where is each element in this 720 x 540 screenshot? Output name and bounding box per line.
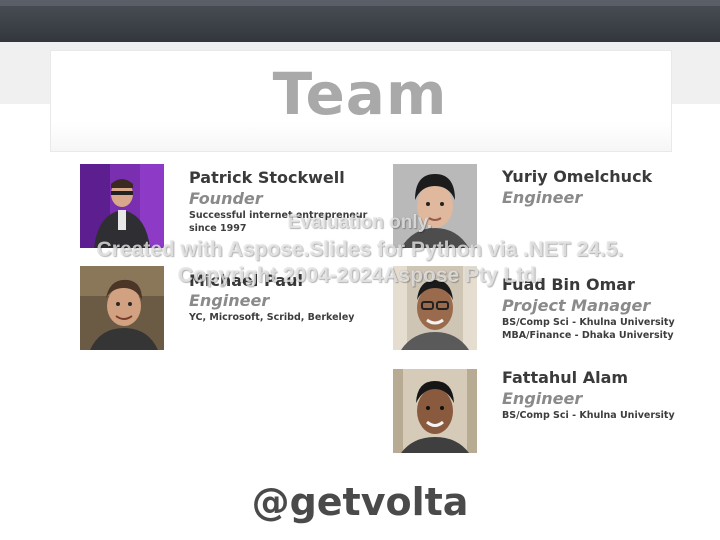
footer-handle: @getvolta (251, 480, 469, 524)
person-photo-icon (393, 164, 477, 248)
person-photo-icon (393, 369, 477, 453)
member-role: Engineer (502, 389, 583, 408)
photo-fattahul-alam (393, 369, 477, 453)
top-bar-highlight (0, 0, 720, 6)
person-photo-icon (80, 164, 164, 248)
member-detail: BS/Comp Sci - Khulna University (502, 317, 675, 328)
watermark-line-3: Copyright 2004-2024Aspose Pty Ltd. (177, 264, 543, 287)
member-role: Engineer (502, 188, 583, 207)
top-bar (0, 0, 720, 42)
watermark-line-2: Created with Aspose.Slides for Python vi… (96, 238, 624, 261)
slide-title: Team (272, 60, 448, 128)
member-detail: YC, Microsoft, Scribd, Berkeley (189, 312, 355, 323)
member-role: Engineer (189, 291, 270, 310)
photo-patrick-stockwell (80, 164, 164, 248)
member-detail: MBA/Finance - Dhaka University (502, 330, 674, 341)
member-role: Founder (189, 189, 263, 208)
member-role: Project Manager (502, 296, 651, 315)
watermark-line-1: Evaluation only. (287, 212, 433, 233)
member-name: Yuriy Omelchuck (502, 167, 653, 186)
photo-yuriy-omelchuck (393, 164, 477, 248)
member-detail: BS/Comp Sci - Khulna University (502, 410, 675, 421)
member-name: Fattahul Alam (502, 368, 629, 387)
member-name: Patrick Stockwell (189, 168, 345, 187)
